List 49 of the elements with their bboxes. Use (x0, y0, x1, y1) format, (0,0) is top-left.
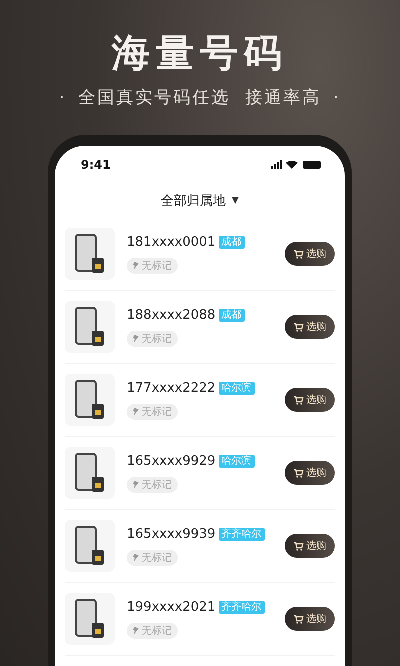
number-row[interactable]: 177xxxx2222 哈尔滨 无标记 选购 (65, 364, 335, 437)
buy-button[interactable]: 选购 (285, 315, 335, 339)
buy-button[interactable]: 选购 (285, 242, 335, 266)
note-label: 无标记 (142, 552, 172, 564)
phone-number: 199xxxx2021 (127, 600, 216, 614)
number-row[interactable]: 188xxxx2088 成都 无标记 选购 (65, 291, 335, 364)
number-row[interactable]: 165xxxx9939 齐齐哈尔 无标记 选购 (65, 510, 335, 583)
cart-icon (294, 322, 304, 332)
dot-separator: · (333, 88, 341, 108)
cart-icon (294, 542, 304, 550)
note-label: 无标记 (142, 406, 172, 418)
note-label: 无标记 (142, 478, 172, 492)
headline: 海量号码 (112, 30, 288, 76)
region-tag: 成都 (218, 308, 245, 322)
note-label: 无标记 (142, 332, 172, 346)
phone-sim-icon (75, 380, 105, 420)
phone-number: 177xxxx2222 (127, 380, 216, 396)
buy-button[interactable]: 选购 (285, 461, 335, 485)
phone-sim-icon (75, 599, 105, 639)
region-tag: 哈尔滨 (218, 454, 255, 468)
buy-button[interactable]: 选购 (285, 607, 335, 631)
number-row[interactable]: 199xxxx2021 齐齐哈尔 无标记 选购 (65, 583, 335, 656)
phone-number: 188xxxx2088 (127, 308, 216, 322)
region-tag: 齐齐哈尔 (218, 600, 265, 614)
phone-number: 181xxxx0001 (127, 234, 216, 250)
phone-sim-icon (75, 307, 105, 347)
cart-icon (294, 468, 304, 478)
cart-icon (294, 614, 304, 624)
status-icons (271, 160, 323, 170)
number-row[interactable]: 165xxxx9929 哈尔滨 无标记 选购 (65, 437, 335, 510)
cart-icon (294, 250, 304, 258)
phone-number: 165xxxx9929 (127, 454, 216, 468)
region-tag: 哈尔滨 (218, 382, 255, 394)
note-label: 无标记 (142, 624, 172, 638)
region-filter[interactable]: 全部归属地 ▼ (161, 192, 239, 210)
region-tag: 成都 (218, 236, 245, 248)
dot-separator: · (59, 88, 67, 108)
buy-button[interactable]: 选购 (285, 534, 335, 558)
cart-icon (294, 396, 304, 404)
number-row[interactable]: 181xxxx0001 成都 无标记 选购 (65, 218, 335, 291)
buy-button[interactable]: 选购 (285, 388, 335, 412)
region-tag: 齐齐哈尔 (218, 528, 265, 540)
tagline: 全国真实号码任选 接通率高 (78, 87, 322, 109)
phone-sim-icon (75, 453, 105, 493)
status-time: 9:41 (81, 158, 111, 172)
note-label: 无标记 (142, 260, 172, 272)
phone-number: 165xxxx9939 (127, 526, 216, 542)
phone-sim-icon (75, 234, 105, 274)
phone-sim-icon (75, 526, 105, 566)
